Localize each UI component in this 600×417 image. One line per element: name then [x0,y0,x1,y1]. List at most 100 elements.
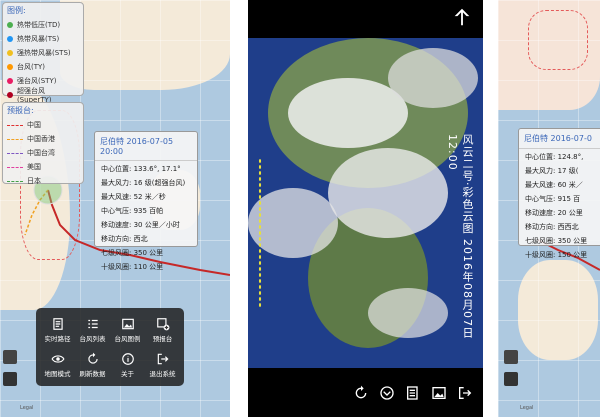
legend-label: 热带风暴(TS) [17,35,60,43]
typhoon-legend: 图例: 热带低压(TD) 热带风暴(TS) 强热带风暴(STS) 台风(TY) 强台风(… [2,2,84,104]
info-row: 中心位置: 124.8°, [525,153,584,161]
legend-swatch [7,138,23,140]
menu-item-document[interactable]: 实时路径 [40,312,75,347]
info-row: 中心位置: 133.6°, 17.1° [101,165,181,173]
typhoon-track-dots [258,158,262,308]
eye-icon [50,354,65,363]
info-header: 尼伯特 2016-07-05 20:00 [95,132,197,161]
cloud-cover [328,148,448,238]
chevron-down-circle-icon[interactable] [379,385,395,401]
layer-switch-button[interactable] [3,350,17,364]
grid-menu-button[interactable] [3,372,17,386]
menu-item-image[interactable]: 台风图例 [110,312,145,347]
legend-item: 美国 [3,160,83,174]
menu-item-list[interactable]: 台风列表 [75,312,110,347]
legend-swatch [7,180,23,182]
menu-item-label: 预报台 [152,334,173,343]
typhoon-info-popup: 尼伯特 2016-07-0 中心位置: 124.8°, 最大风力: 17 级( 最大… [518,128,600,259]
layer-switch-button[interactable] [504,350,518,364]
menu-item-refresh[interactable]: 刷新数据 [75,347,110,382]
legend-label: 中国 [27,121,41,129]
map-legal-text[interactable]: Legal [520,405,533,411]
menu-item-add-frame[interactable]: 预报台 [145,312,180,347]
legend-swatch [7,152,23,154]
info-row: 十级风圈: 110 公里 [101,263,164,271]
main-menu: 实时路径 台风列表 台风图例 预报台地图模式 刷新数据 关于 退出系统 [36,308,184,386]
info-row: 七级风圈: 350 公里 [101,249,164,257]
legend-label: 强台风(STY) [17,77,57,85]
menu-item-label: 实时路径 [44,334,71,343]
info-row: 移动方向: 西北 [101,235,148,243]
cloud-cover [388,48,478,108]
forecast-title: 预报台: [7,106,34,115]
info-row: 十级风圈: 150 公里 [525,251,588,259]
legend-item: 热带低压(TD) [3,18,83,32]
info-icon [121,352,134,365]
info-row: 最大风速: 60 米／ [525,181,583,189]
info-row: 移动方向: 西西北 [525,223,579,231]
legend-item: 日本 [3,174,83,188]
legend-swatch [7,124,23,126]
arrow-up-icon[interactable] [451,6,473,28]
legend-item: 热带风暴(TS) [3,32,83,46]
info-header: 尼伯特 2016-07-0 [519,129,600,149]
info-row: 最大风力: 17 级( [525,167,579,175]
refresh-icon[interactable] [353,385,369,401]
legend-item: 中国 [3,118,83,132]
legend-label: 热带低压(TD) [17,21,61,29]
map-legal-text[interactable]: Legal [20,405,33,411]
legend-label: 日本 [27,177,41,185]
menu-item-label: 关于 [121,369,134,378]
legend-label: 强热带风暴(STS) [17,49,71,57]
image-list-icon[interactable] [405,385,421,401]
legend-item: 中国香港 [3,132,83,146]
satellite-image-label: 风云二号·彩色云图 2016年08月07日12:00 [446,134,474,339]
legend-item: 中国台湾 [3,146,83,160]
menu-item-exit[interactable]: 退出系统 [145,347,180,382]
legend-label: 中国台湾 [27,149,55,157]
menu-item-info[interactable]: 关于 [110,347,145,382]
menu-item-label: 台风列表 [79,334,106,343]
list-icon [87,319,98,328]
phone-screen-map-detail: 尼伯特 2016-07-0 中心位置: 124.8°, 最大风力: 17 级( 最大… [498,0,600,417]
typhoon-info-popup: 尼伯特 2016-07-05 20:00 中心位置: 133.6°, 17.1°… [94,131,198,271]
legend-swatch [7,78,13,84]
legend-label: 美国 [27,163,41,171]
exit-icon [157,353,168,364]
image-icon [121,318,134,329]
info-row: 中心气压: 915 百 [525,195,581,203]
phone-screen-satellite: 风云二号·彩色云图 2016年08月07日12:00 [248,0,483,417]
legend-item: 强热带风暴(STS) [3,46,83,60]
info-row: 移动速度: 30 公里／小时 [101,221,180,229]
phone-screen-map-menu: 图例: 热带低压(TD) 热带风暴(TS) 强热带风暴(STS) 台风(TY) 强台风(… [0,0,230,417]
legend-swatch [7,92,13,98]
legend-label: 中国香港 [27,135,55,143]
legend-swatch [7,50,13,56]
add-frame-icon [156,317,169,330]
menu-item-label: 刷新数据 [79,369,106,378]
info-row: 移动速度: 20 公里 [525,209,583,217]
exit-icon[interactable] [457,385,473,401]
satellite-cloud-image[interactable]: 风云二号·彩色云图 2016年08月07日12:00 [248,38,483,368]
info-row: 七级风圈: 350 公里 [525,237,588,245]
legend-swatch [7,166,23,168]
legend-swatch [7,64,13,70]
picture-icon[interactable] [431,385,447,401]
legend-item: 台风(TY) [3,60,83,74]
legend-label: 台风(TY) [17,63,46,71]
refresh-icon [87,352,98,364]
legend-title: 图例: [7,6,26,15]
info-row: 最大风速: 52 米／秒 [101,193,166,201]
menu-item-label: 退出系统 [149,369,176,378]
info-row: 中心气压: 935 百帕 [101,207,164,215]
menu-item-label: 台风图例 [114,334,141,343]
menu-item-eye[interactable]: 地图模式 [40,347,75,382]
info-row: 最大风力: 16 级(超强台风) [101,179,186,187]
document-icon [52,317,63,330]
legend-swatch [7,22,13,28]
grid-menu-button[interactable] [504,372,518,386]
satellite-toolbar [248,368,483,417]
menu-item-label: 地图模式 [44,369,71,378]
legend-swatch [7,36,13,42]
legend-item: 超强台风(SuperTY) [3,87,83,104]
